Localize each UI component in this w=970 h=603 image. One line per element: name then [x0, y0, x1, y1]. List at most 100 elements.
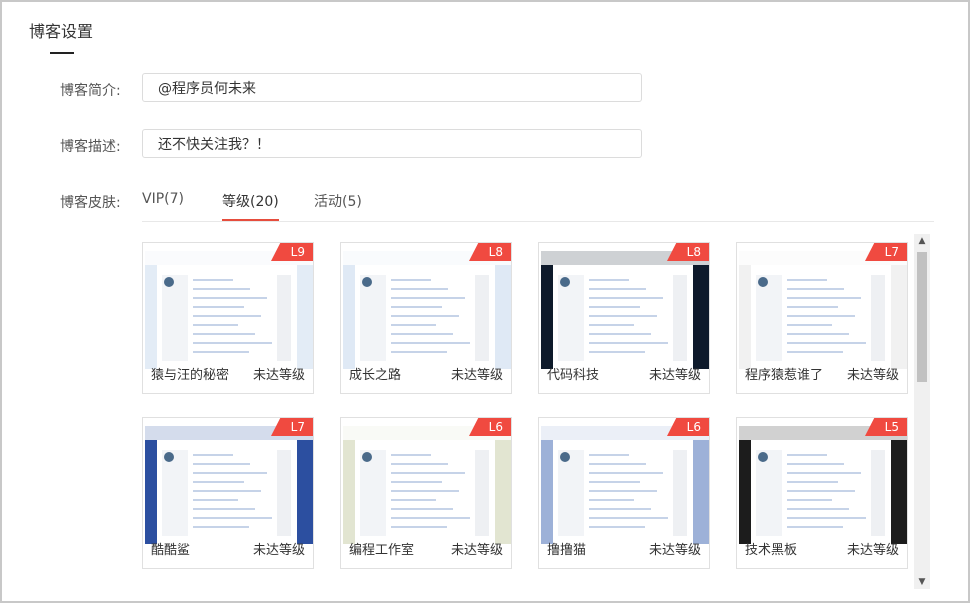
- settings-panel: 博客设置 博客简介: 博客描述: 博客皮肤: VIP(7) 等级(20) 活动(…: [0, 0, 970, 603]
- preview-text-line: [589, 472, 663, 474]
- skin-name: 猿与汪的秘密: [151, 368, 230, 383]
- skin-preview-image: [343, 426, 511, 544]
- preview-text-line: [787, 499, 832, 501]
- preview-text-line: [193, 315, 261, 317]
- skin-grid: L9 猿与汪的秘密 未达等级 L8 成长之路 未达等级 L8 代码科技 未达等级 L7 程序猿惹谁了…: [142, 234, 914, 589]
- preview-page: [751, 265, 891, 369]
- skin-name: 编程工作室: [349, 543, 415, 558]
- preview-text-line: [193, 324, 238, 326]
- preview-text-line: [589, 517, 668, 519]
- preview-avatar: [362, 277, 372, 287]
- skin-name: 程序猿惹谁了: [745, 368, 824, 383]
- preview-text-line: [391, 472, 465, 474]
- tab-activity[interactable]: 活动(5): [314, 191, 362, 219]
- preview-page: [157, 265, 297, 369]
- skin-card[interactable]: L7 酷酷鲨 未达等级: [142, 417, 314, 569]
- skin-card[interactable]: L9 猿与汪的秘密 未达等级: [142, 242, 314, 394]
- preview-text-line: [193, 526, 249, 528]
- preview-page: [355, 440, 495, 544]
- preview-text-line: [391, 288, 448, 290]
- skin-preview-image: [541, 251, 709, 369]
- skin-card[interactable]: L7 程序猿惹谁了 未达等级: [736, 242, 908, 394]
- blog-intro-input[interactable]: [142, 73, 642, 102]
- blog-skin-label: 博客皮肤:: [60, 195, 121, 211]
- page-title: 博客设置: [29, 22, 94, 41]
- preview-right-column: [277, 275, 291, 361]
- preview-avatar: [560, 277, 570, 287]
- skin-name: 成长之路: [349, 368, 402, 383]
- skin-status: 未达等级: [252, 543, 305, 558]
- preview-text-line: [589, 342, 668, 344]
- preview-sidebar: [558, 450, 584, 536]
- preview-right-column: [673, 450, 687, 536]
- blog-desc-input[interactable]: [142, 129, 642, 158]
- preview-avatar: [362, 452, 372, 462]
- skin-name: 代码科技: [547, 368, 600, 383]
- scrollbar-thumb[interactable]: [917, 252, 927, 382]
- skin-preview-image: [739, 251, 907, 369]
- title-underline: [50, 52, 74, 54]
- preview-avatar: [164, 452, 174, 462]
- preview-right-column: [673, 275, 687, 361]
- skin-card[interactable]: L6 撸撸猫 未达等级: [538, 417, 710, 569]
- preview-text-line: [391, 306, 442, 308]
- preview-sidebar: [162, 450, 188, 536]
- preview-text-line: [589, 454, 629, 456]
- skin-preview-image: [343, 251, 511, 369]
- skin-status: 未达等级: [846, 368, 899, 383]
- tab-level[interactable]: 等级(20): [222, 191, 279, 221]
- preview-text-line: [787, 315, 855, 317]
- skin-status: 未达等级: [648, 368, 701, 383]
- preview-text-line: [193, 297, 267, 299]
- skin-status: 未达等级: [648, 543, 701, 558]
- preview-page: [553, 440, 693, 544]
- skin-card[interactable]: L8 代码科技 未达等级: [538, 242, 710, 394]
- preview-text-line: [787, 481, 838, 483]
- preview-text-line: [391, 508, 453, 510]
- preview-text-line: [787, 333, 849, 335]
- preview-text-line: [787, 472, 861, 474]
- level-badge: L6: [469, 418, 511, 436]
- skin-card[interactable]: L5 技术黑板 未达等级: [736, 417, 908, 569]
- preview-text-line: [391, 517, 470, 519]
- preview-page: [751, 440, 891, 544]
- preview-text-line: [391, 333, 453, 335]
- preview-text-line: [193, 306, 244, 308]
- preview-page: [157, 440, 297, 544]
- skin-card[interactable]: L6 编程工作室 未达等级: [340, 417, 512, 569]
- skin-status: 未达等级: [846, 543, 899, 558]
- skin-preview-image: [541, 426, 709, 544]
- preview-text-line: [391, 315, 459, 317]
- scroll-up-icon[interactable]: ▲: [914, 234, 930, 248]
- level-badge: L5: [865, 418, 907, 436]
- preview-text-line: [787, 508, 849, 510]
- preview-text-line: [193, 454, 233, 456]
- preview-text-line: [589, 526, 645, 528]
- preview-text-line: [193, 351, 249, 353]
- skin-preview-image: [145, 251, 313, 369]
- skin-grid-scrollbar[interactable]: ▲ ▼: [914, 234, 930, 589]
- preview-text-line: [193, 517, 272, 519]
- preview-sidebar: [360, 450, 386, 536]
- preview-text-line: [589, 306, 640, 308]
- preview-text-line: [589, 297, 663, 299]
- preview-page: [553, 265, 693, 369]
- skin-name: 技术黑板: [745, 543, 798, 558]
- skin-card[interactable]: L8 成长之路 未达等级: [340, 242, 512, 394]
- preview-avatar: [758, 452, 768, 462]
- scroll-down-icon[interactable]: ▼: [914, 575, 930, 589]
- preview-sidebar: [756, 275, 782, 361]
- preview-text-line: [787, 342, 866, 344]
- preview-right-column: [475, 450, 489, 536]
- preview-text-line: [589, 490, 657, 492]
- preview-text-line: [787, 279, 827, 281]
- preview-text-line: [391, 463, 448, 465]
- preview-text-line: [589, 333, 651, 335]
- skin-preview-image: [145, 426, 313, 544]
- preview-text-line: [787, 297, 861, 299]
- preview-page: [355, 265, 495, 369]
- tab-vip[interactable]: VIP(7): [142, 191, 184, 215]
- preview-avatar: [560, 452, 570, 462]
- preview-text-line: [589, 315, 657, 317]
- preview-text-line: [193, 288, 250, 290]
